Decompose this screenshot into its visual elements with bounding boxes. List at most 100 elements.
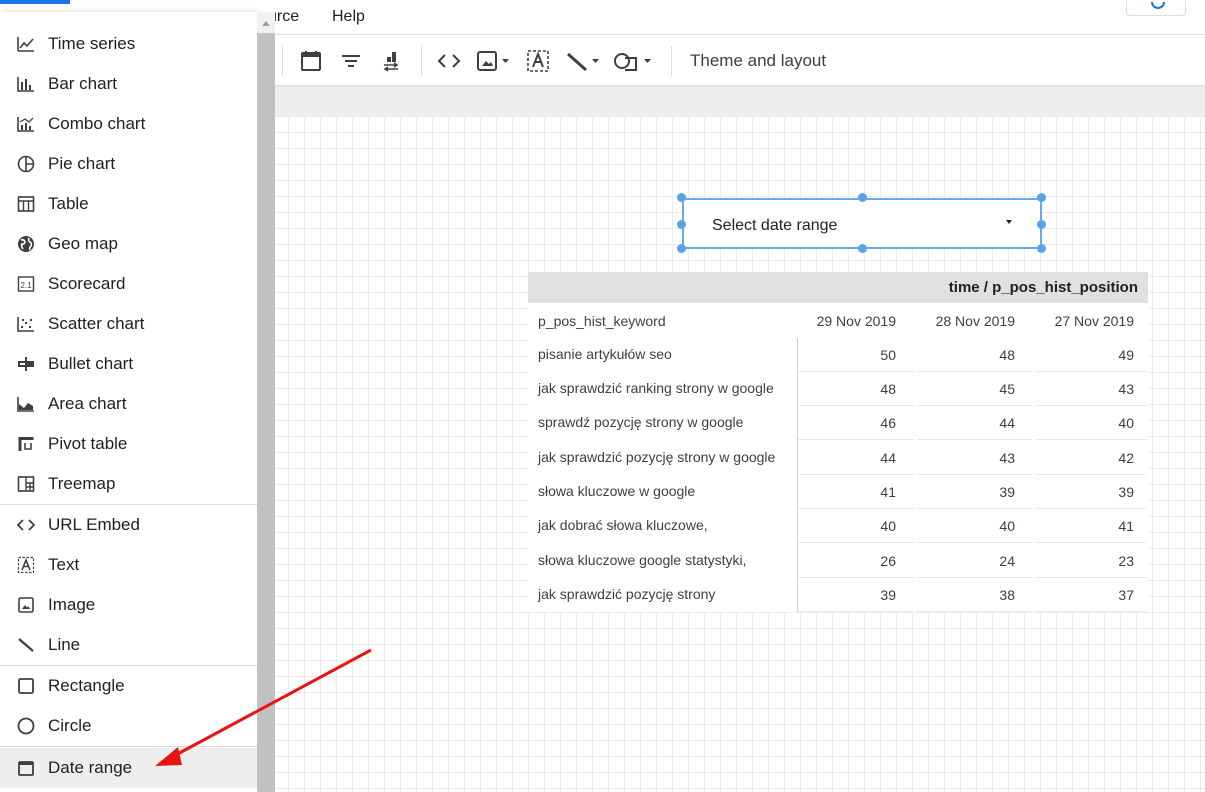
value-cell: 48 [999,347,1015,363]
svg-text:2.1: 2.1 [20,281,32,290]
line-icon [0,635,48,655]
insert-menu-item-label: Pivot table [48,434,128,453]
refresh-icon [1151,1,1165,9]
value-cell: 41 [880,484,896,500]
table-row: jak sprawdzić pozycję strony w google 44 4… [528,441,1148,475]
insert-menu-item-image[interactable]: Image [0,585,257,625]
insert-menu-item-time-series[interactable]: Time series [0,24,257,64]
insert-menu-item-bullet-chart[interactable]: Bullet chart [0,344,257,384]
add-line-button[interactable] [564,47,604,75]
add-url-embed-button[interactable] [436,47,462,75]
insert-menu-item-label: Treemap [48,474,116,493]
insert-menu-item-rectangle[interactable]: Rectangle [0,666,257,706]
insert-menu-item-area-chart[interactable]: Area chart [0,384,257,424]
value-cell: 44 [999,415,1015,431]
insert-menu-item-scatter-chart[interactable]: Scatter chart [0,304,257,344]
url-embed-icon [437,54,461,68]
filter-icon [342,55,360,67]
insert-menu-item-label: Text [48,555,80,574]
cell-border [798,439,913,440]
scroll-up-arrow-icon[interactable] [262,21,270,26]
theme-and-layout-button[interactable]: Theme and layout [690,51,826,71]
value-cell: 41 [1118,518,1134,534]
resize-handle[interactable] [677,244,686,253]
menu-help[interactable]: Help [332,8,365,26]
insert-menu-item-url-embed[interactable]: URL Embed [0,505,257,545]
insert-menu-item-table[interactable]: Table [0,184,257,224]
insert-menu-item-geo-map[interactable]: Geo map [0,224,257,264]
add-filter-button[interactable] [339,47,363,75]
insert-menu-item-circle[interactable]: Circle [0,706,257,746]
image-icon [477,51,509,71]
insert-menu-item-scorecard[interactable]: 2.1 Scorecard [0,264,257,304]
value-cell: 39 [880,587,896,603]
add-image-button[interactable] [476,47,512,75]
refresh-button[interactable] [1126,0,1186,16]
insert-menu-item-label: Scorecard [48,274,126,293]
insert-menu-item-label: Bar chart [48,74,117,93]
add-data-control-button[interactable] [379,47,403,75]
value-cell: 42 [1118,450,1134,466]
insert-menu-item-line[interactable]: Line [0,625,257,665]
resize-handle[interactable] [858,193,867,202]
insert-menu-item-combo-chart[interactable]: Combo chart [0,104,257,144]
resize-handle[interactable] [858,244,867,253]
menu-scrollbar[interactable] [257,12,275,792]
insert-menu-item-label: Line [48,635,81,654]
resize-handle[interactable] [1037,193,1046,202]
table-row: jak sprawdzić pozycję strony 39 38 37 [528,578,1148,612]
value-cell: 46 [880,415,896,431]
value-cell: 38 [999,587,1015,603]
shape-icon [614,53,651,71]
column-date-label: 27 Nov 2019 [1054,313,1134,329]
date-range-label: Select date range [712,217,838,234]
data-control-icon [383,52,399,72]
calendar-icon [0,758,48,778]
value-cell: 45 [999,381,1015,397]
resize-handle[interactable] [1037,220,1046,229]
add-shape-button[interactable] [612,47,656,75]
insert-menu-item-label: Combo chart [48,114,146,133]
value-cell: 40 [880,518,896,534]
url-embed-icon [0,515,48,535]
resize-handle[interactable] [677,220,686,229]
keyword-cell: słowa kluczowe google statystyki, [538,552,747,568]
dropdown-caret-icon[interactable] [1006,220,1012,224]
toolbar-divider [282,46,283,76]
image-icon [0,595,48,615]
resize-handle[interactable] [677,193,686,202]
treemap-icon [0,474,48,494]
insert-menu-item-treemap[interactable]: Treemap [0,464,257,504]
insert-menu-item-date-range[interactable]: Date range [0,748,257,788]
cell-border [917,542,1032,543]
calendar-icon [301,51,321,71]
insert-menu: Time series Bar chart Combo chart Pie chart… [0,12,257,792]
pivot-column-labels: p_pos_hist_keyword 29 Nov 2019 28 Nov 20… [528,303,1148,337]
add-text-button[interactable] [526,47,550,75]
globe-icon [0,234,48,254]
pivot-table[interactable]: time / p_pos_hist_position p_pos_hist_ke… [528,272,1148,612]
value-cell: 37 [1118,587,1134,603]
resize-handle[interactable] [1037,244,1046,253]
scrollbar-thumb[interactable] [257,33,275,792]
insert-menu-item-label: Time series [48,34,136,53]
insert-menu-item-bar-chart[interactable]: Bar chart [0,64,257,104]
value-cell: 39 [999,484,1015,500]
add-date-range-button[interactable] [299,47,323,75]
insert-menu-item-pivot-table[interactable]: Pivot table [0,424,257,464]
value-cell: 43 [999,450,1015,466]
pie-chart-icon [0,154,48,174]
rectangle-icon [0,676,48,696]
time-series-icon [0,34,48,54]
insert-menu-item-text[interactable]: Text [0,545,257,585]
insert-menu-item-pie-chart[interactable]: Pie chart [0,144,257,184]
table-row: pisanie artykułów seo 50 48 49 [528,338,1148,372]
date-range-control[interactable]: Select date range [682,198,1042,249]
value-cell: 40 [999,518,1015,534]
value-cell: 43 [1118,381,1134,397]
pivot-table-icon [0,434,48,454]
insert-menu-item-label: Geo map [48,234,118,253]
value-cell: 44 [880,450,896,466]
value-cell: 39 [1118,484,1134,500]
cell-border [1036,439,1146,440]
